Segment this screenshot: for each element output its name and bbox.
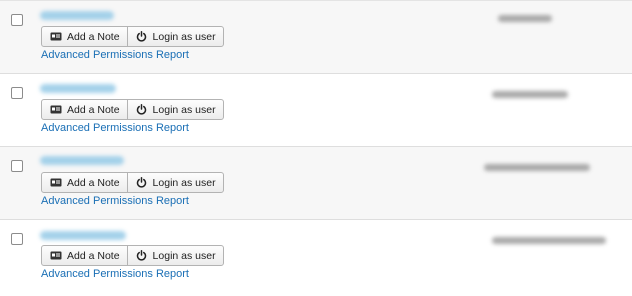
add-note-label: Add a Note	[67, 249, 120, 262]
select-user-checkbox[interactable]	[11, 160, 23, 172]
login-as-user-button[interactable]: Login as user	[126, 173, 223, 192]
add-note-label: Add a Note	[67, 30, 120, 43]
user-list: Add a Note Login as user Advanced Permis…	[0, 0, 632, 296]
login-as-user-button[interactable]: Login as user	[126, 100, 223, 119]
advanced-permissions-report-link[interactable]: Advanced Permissions Report	[41, 122, 189, 134]
add-note-label: Add a Note	[67, 176, 120, 189]
select-user-checkbox[interactable]	[11, 233, 23, 245]
redacted-user-meta	[484, 164, 590, 171]
advanced-permissions-report-link[interactable]: Advanced Permissions Report	[41, 49, 189, 61]
add-note-button[interactable]: Add a Note	[42, 246, 127, 265]
note-card-icon	[50, 32, 62, 42]
power-icon	[136, 177, 148, 188]
login-as-user-button[interactable]: Login as user	[126, 27, 223, 46]
redacted-user-name	[40, 11, 114, 20]
redacted-user-meta	[492, 91, 568, 98]
redacted-user-name	[40, 156, 124, 165]
select-user-checkbox[interactable]	[11, 14, 23, 26]
login-as-user-label: Login as user	[152, 103, 216, 116]
advanced-permissions-report-link[interactable]: Advanced Permissions Report	[41, 268, 189, 280]
user-actions-group: Add a Note Login as user	[41, 26, 224, 47]
advanced-permissions-report-link[interactable]: Advanced Permissions Report	[41, 195, 189, 207]
select-user-checkbox[interactable]	[11, 87, 23, 99]
note-card-icon	[50, 251, 62, 261]
add-note-button[interactable]: Add a Note	[42, 27, 127, 46]
login-as-user-label: Login as user	[152, 249, 216, 262]
user-actions-group: Add a Note Login as user	[41, 172, 224, 193]
redacted-user-name	[40, 231, 126, 240]
add-note-label: Add a Note	[67, 103, 120, 116]
login-as-user-label: Login as user	[152, 176, 216, 189]
user-row: Add a Note Login as user Advanced Permis…	[0, 1, 632, 74]
power-icon	[136, 31, 148, 42]
user-actions-group: Add a Note Login as user	[41, 99, 224, 120]
user-row: Add a Note Login as user Advanced Permis…	[0, 220, 632, 296]
user-row: Add a Note Login as user Advanced Permis…	[0, 147, 632, 220]
user-actions-group: Add a Note Login as user	[41, 245, 224, 266]
redacted-user-name	[40, 84, 116, 93]
login-as-user-button[interactable]: Login as user	[126, 246, 223, 265]
add-note-button[interactable]: Add a Note	[42, 173, 127, 192]
redacted-user-meta	[498, 15, 552, 22]
power-icon	[136, 250, 148, 261]
note-card-icon	[50, 178, 62, 188]
power-icon	[136, 104, 148, 115]
note-card-icon	[50, 105, 62, 115]
login-as-user-label: Login as user	[152, 30, 216, 43]
add-note-button[interactable]: Add a Note	[42, 100, 127, 119]
user-row: Add a Note Login as user Advanced Permis…	[0, 74, 632, 147]
redacted-user-meta	[492, 237, 606, 244]
